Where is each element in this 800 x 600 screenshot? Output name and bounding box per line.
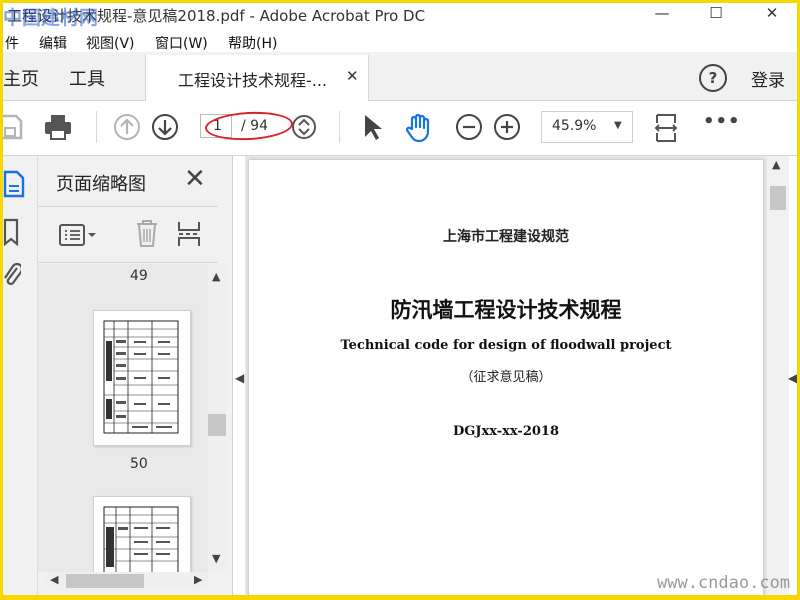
scroll-down-icon[interactable]: ▼ (212, 552, 220, 565)
thumbnail-horizontal-scrollbar[interactable]: ◀ ▶ (46, 572, 208, 590)
bookmarks-icon[interactable] (3, 218, 19, 246)
document-view[interactable]: 上海市工程建设规范 防汛墙工程设计技术规程 Technical code for… (245, 156, 767, 595)
minimize-button[interactable]: — (639, 3, 685, 27)
scroll-left-icon[interactable]: ◀ (50, 573, 58, 586)
thumbnails-panel: 页面缩略图 ✕ 49 50 ▲ ▼ ◀ ▶ (38, 156, 233, 595)
watermark-logo: 中国建材网 (3, 7, 99, 29)
attachments-icon[interactable] (3, 260, 21, 290)
scroll-up-icon[interactable]: ▲ (212, 270, 220, 283)
document-code: DGJxx-xx-2018 (452, 424, 560, 439)
menu-edit[interactable]: 编辑 (39, 33, 67, 53)
thumbnail-list: 49 50 (38, 264, 214, 572)
page-stepper-icon[interactable] (291, 113, 317, 141)
acrobat-window: 工程设计技术规程-意见稿2018.pdf - Adobe Acrobat Pro… (3, 3, 797, 595)
page-thumbnails-icon[interactable] (3, 170, 25, 198)
hand-tool-icon[interactable] (403, 113, 435, 143)
insert-page-icon[interactable] (176, 220, 202, 248)
expand-right-pane-icon[interactable]: ◀ (788, 371, 797, 385)
toolbar: / 94 45.9% ▼ ••• (3, 101, 797, 156)
panel-title: 页面缩略图 (56, 174, 146, 195)
tab-document[interactable]: 工程设计技术规程-... ✕ (145, 55, 369, 101)
fit-page-icon[interactable] (653, 113, 679, 143)
document-subtitle: （征求意见稿） (460, 370, 552, 385)
chevron-down-icon: ▼ (614, 120, 622, 131)
menu-bar: 件 编辑 视图(V) 窗口(W) 帮助(H) (3, 29, 797, 53)
login-link[interactable]: 登录 (751, 66, 785, 91)
zoom-value: 45.9% (552, 118, 597, 134)
select-tool-icon[interactable] (361, 113, 383, 141)
document-title-english: Technical code for design of floodwall p… (340, 338, 672, 353)
thumbnail-options-icon[interactable] (58, 222, 98, 248)
thumbnail-page-50[interactable] (93, 496, 191, 572)
zoom-out-icon[interactable] (455, 113, 483, 141)
help-icon[interactable]: ? (699, 64, 727, 92)
thumbnail-page-49[interactable] (93, 310, 191, 446)
more-tools-icon[interactable]: ••• (703, 111, 741, 132)
scroll-up-icon[interactable]: ▲ (772, 158, 780, 171)
previous-page-icon[interactable] (113, 113, 141, 141)
thumbnail-page-label: 49 (130, 268, 148, 284)
thumbnail-scrollbar[interactable]: ▲ ▼ (208, 264, 226, 572)
next-page-icon[interactable] (151, 113, 179, 141)
save-icon[interactable] (3, 113, 23, 141)
panel-close-icon[interactable]: ✕ (184, 164, 206, 194)
document-title: 防汛墙工程设计技术规程 (390, 298, 622, 322)
menu-view[interactable]: 视图(V) (86, 33, 135, 53)
toolbar-divider (96, 111, 97, 143)
document-scrollbar[interactable]: ▲ (767, 156, 789, 595)
trash-icon[interactable] (134, 218, 160, 248)
tab-document-label: 工程设计技术规程-... (178, 71, 328, 90)
navigation-strip (3, 156, 38, 595)
document-page: 上海市工程建设规范 防汛墙工程设计技术规程 Technical code for… (249, 160, 763, 595)
collapse-left-pane-icon[interactable]: ◀ (235, 371, 244, 385)
toolbar-divider (339, 111, 340, 143)
title-bar: 工程设计技术规程-意见稿2018.pdf - Adobe Acrobat Pro… (3, 3, 797, 27)
menu-window[interactable]: 窗口(W) (155, 33, 208, 53)
close-button[interactable]: ✕ (749, 3, 795, 27)
document-organization: 上海市工程建设规范 (443, 229, 569, 245)
tab-tools[interactable]: 工具 (69, 65, 105, 91)
zoom-dropdown[interactable]: 45.9% ▼ (541, 111, 633, 143)
menu-help[interactable]: 帮助(H) (228, 33, 277, 53)
menu-file[interactable]: 件 (5, 33, 19, 53)
maximize-button[interactable]: ☐ (693, 3, 739, 27)
scrollbar-thumb[interactable] (208, 414, 226, 436)
scrollbar-thumb[interactable] (66, 574, 144, 588)
panel-divider (38, 262, 218, 263)
watermark-url: www.cndao.com (657, 573, 791, 593)
zoom-in-icon[interactable] (493, 113, 521, 141)
print-icon[interactable] (43, 113, 73, 141)
thumbnail-page-label: 50 (130, 456, 148, 472)
tab-close-icon[interactable]: ✕ (346, 67, 359, 85)
tab-home[interactable]: 主页 (3, 65, 39, 91)
scroll-right-icon[interactable]: ▶ (194, 573, 202, 586)
scrollbar-thumb[interactable] (770, 186, 786, 210)
tab-bar: 主页 工具 工程设计技术规程-... ✕ ? 登录 (3, 52, 797, 101)
panel-divider (38, 206, 218, 207)
